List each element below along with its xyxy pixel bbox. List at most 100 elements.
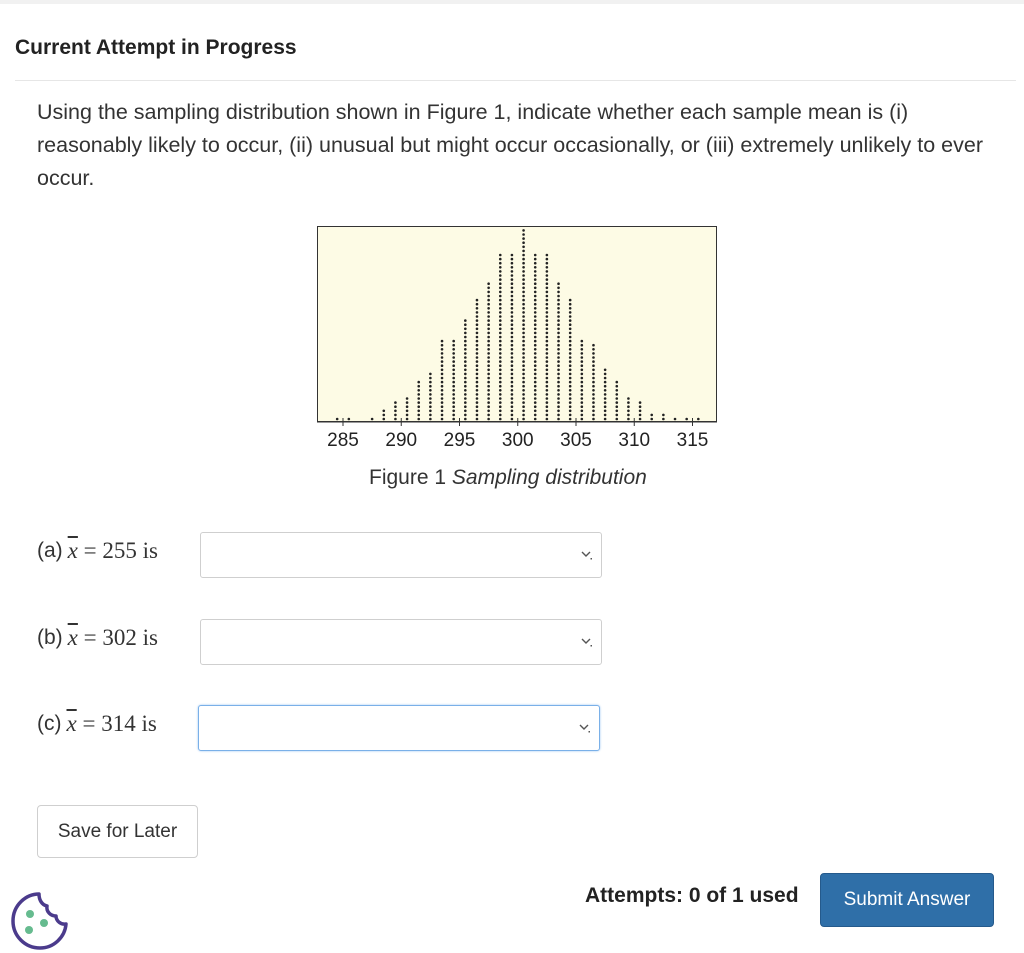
data-dot — [533, 339, 537, 343]
data-dot — [557, 339, 560, 343]
data-dot — [568, 327, 572, 331]
data-dot — [417, 393, 421, 396]
data-dot — [382, 417, 386, 421]
data-dot — [452, 389, 455, 392]
data-dot — [533, 405, 537, 408]
data-dot — [464, 389, 467, 392]
data-dot — [545, 352, 549, 355]
data-dot — [592, 417, 595, 421]
cookie-icon[interactable] — [8, 890, 70, 952]
data-dot — [498, 389, 502, 392]
data-dot — [533, 319, 537, 322]
data-dot — [545, 339, 549, 343]
data-dot — [533, 290, 537, 294]
data-dot — [487, 311, 490, 314]
data-dot — [487, 372, 490, 376]
data-dot — [510, 294, 514, 298]
part-b-label: (b) x = 302 is — [37, 625, 158, 651]
data-dot — [615, 397, 619, 400]
data-dot — [650, 413, 654, 417]
data-dot — [464, 360, 467, 363]
part-a-math: x = 255 is — [68, 538, 158, 564]
data-dot — [533, 409, 537, 413]
data-dot — [440, 389, 444, 392]
data-dot — [533, 278, 537, 281]
part-c-select[interactable] — [198, 705, 600, 751]
data-dot — [498, 393, 502, 396]
data-dot — [592, 409, 595, 413]
data-dot — [487, 360, 490, 363]
submit-answer-button[interactable]: Submit Answer — [820, 873, 994, 927]
data-dot — [440, 368, 444, 372]
data-dot — [487, 397, 490, 400]
data-dot — [464, 331, 467, 335]
data-dot — [498, 294, 502, 298]
part-a-select[interactable] — [200, 532, 602, 578]
data-dot — [440, 409, 444, 413]
data-dot — [568, 401, 572, 404]
data-dot — [533, 274, 537, 277]
data-dot — [417, 389, 421, 392]
data-dot — [464, 343, 467, 347]
data-dot — [498, 397, 502, 400]
data-dot — [498, 327, 502, 331]
data-dot — [533, 413, 537, 417]
data-dot — [417, 401, 421, 404]
data-dot — [568, 323, 572, 326]
data-dot — [464, 335, 467, 339]
data-dot — [533, 266, 537, 269]
data-dot — [487, 290, 490, 294]
data-dot — [510, 274, 514, 277]
data-dot — [498, 270, 502, 273]
data-dot — [522, 380, 525, 384]
data-dot — [464, 356, 467, 359]
data-dot — [568, 319, 572, 322]
data-dot — [533, 307, 537, 310]
data-dot — [568, 302, 572, 306]
data-dot — [557, 290, 560, 294]
chevron-down-icon — [579, 724, 590, 733]
data-dot — [568, 352, 572, 355]
data-dot — [452, 409, 455, 413]
data-dot — [452, 380, 455, 384]
data-dot — [498, 368, 502, 372]
data-dot — [452, 352, 455, 355]
data-dot — [592, 384, 595, 388]
data-dot — [464, 323, 467, 326]
data-dot — [592, 356, 595, 359]
data-dot — [580, 384, 584, 388]
data-dot — [568, 339, 572, 343]
data-dot — [510, 307, 514, 310]
data-dot — [557, 356, 560, 359]
part-b-select[interactable] — [200, 619, 602, 665]
data-dot — [557, 380, 560, 384]
x-tick-label: 310 — [618, 430, 651, 451]
data-dot — [545, 307, 549, 310]
data-dot — [522, 249, 525, 253]
data-dot — [638, 417, 642, 421]
data-dot — [522, 294, 525, 298]
data-dot — [452, 372, 455, 376]
data-dot — [498, 307, 502, 310]
x-tick-label: 305 — [560, 430, 592, 451]
part-c-math: x = 314 is — [67, 711, 157, 737]
data-dot — [417, 417, 421, 421]
data-dot — [545, 253, 549, 257]
xbar-symbol: x — [66, 711, 77, 736]
data-dot — [498, 352, 502, 355]
data-dot — [429, 405, 432, 408]
data-dot — [603, 409, 607, 413]
data-dot — [510, 348, 514, 351]
data-dot — [487, 282, 490, 285]
data-dot — [522, 286, 525, 290]
data-dot — [347, 417, 351, 421]
data-dot — [440, 343, 444, 347]
data-dot — [522, 323, 525, 326]
data-dot — [533, 352, 537, 355]
data-dot — [510, 323, 514, 326]
data-dot — [557, 393, 560, 396]
data-dot — [475, 356, 479, 359]
save-for-later-button[interactable]: Save for Later — [37, 805, 198, 858]
data-dot — [545, 331, 549, 335]
data-dot — [487, 294, 490, 298]
